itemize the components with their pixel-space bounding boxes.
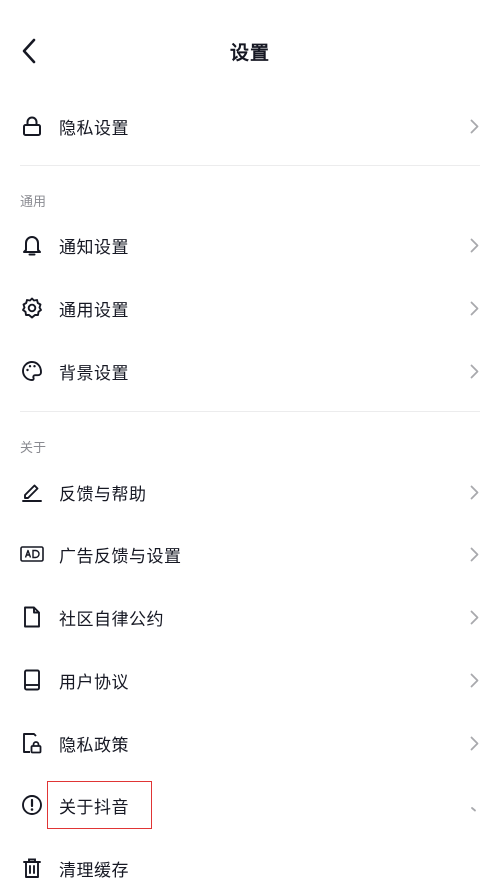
community-guidelines-item[interactable]: 社区自律公约 (0, 591, 500, 643)
clear-cache-item[interactable]: 清理缓存 (0, 842, 500, 894)
divider (20, 411, 480, 412)
gear-icon (20, 296, 44, 320)
privacy-policy-item[interactable]: 隐私政策 (0, 717, 500, 769)
chevron-right-icon (468, 117, 480, 135)
notification-settings-label: 通知设置 (59, 237, 129, 258)
privacy-policy-icon (20, 731, 44, 755)
chevron-right-icon (468, 236, 480, 254)
community-guidelines-label: 社区自律公约 (59, 609, 164, 630)
info-icon (20, 793, 44, 817)
page-title: 设置 (229, 42, 270, 64)
ad-feedback-settings-label: 广告反馈与设置 (59, 546, 182, 567)
chevron-right-icon (468, 483, 480, 501)
divider (20, 165, 480, 166)
chevron-right-icon (468, 299, 480, 317)
top-bar: 设置 (0, 0, 500, 100)
chevron-right-icon (468, 796, 480, 814)
chevron-right-icon (468, 671, 480, 689)
palette-icon (20, 359, 44, 383)
feedback-help-item[interactable]: 反馈与帮助 (0, 466, 500, 518)
chevron-right-icon (468, 545, 480, 563)
ad-icon (20, 542, 44, 566)
chevron-right-icon (468, 362, 480, 380)
privacy-policy-label: 隐私政策 (59, 735, 129, 756)
privacy-settings-label: 隐私设置 (59, 118, 129, 139)
about-douyin-label: 关于抖音 (59, 797, 129, 818)
user-agreement-item[interactable]: 用户协议 (0, 654, 500, 706)
book-icon (20, 668, 44, 692)
privacy-settings-item[interactable]: 隐私设置 (0, 100, 500, 152)
general-settings-label: 通用设置 (59, 300, 129, 321)
notification-settings-item[interactable]: 通知设置 (0, 219, 500, 271)
document-icon (20, 605, 44, 629)
chevron-right-icon (468, 734, 480, 752)
section-heading-general: 通用 (20, 195, 47, 210)
bell-icon (20, 233, 44, 257)
chevron-right-icon (468, 608, 480, 626)
background-settings-item[interactable]: 背景设置 (0, 345, 500, 397)
background-settings-label: 背景设置 (59, 363, 129, 384)
pen-icon (20, 480, 44, 504)
about-douyin-item[interactable]: 关于抖音 (0, 779, 500, 831)
clear-cache-label: 清理缓存 (59, 860, 129, 881)
trash-icon (20, 856, 44, 880)
user-agreement-label: 用户协议 (59, 672, 129, 693)
ad-feedback-settings-item[interactable]: 广告反馈与设置 (0, 528, 500, 580)
general-settings-item[interactable]: 通用设置 (0, 282, 500, 334)
lock-icon (20, 114, 44, 138)
section-heading-about: 关于 (20, 441, 47, 456)
feedback-help-label: 反馈与帮助 (59, 484, 147, 505)
